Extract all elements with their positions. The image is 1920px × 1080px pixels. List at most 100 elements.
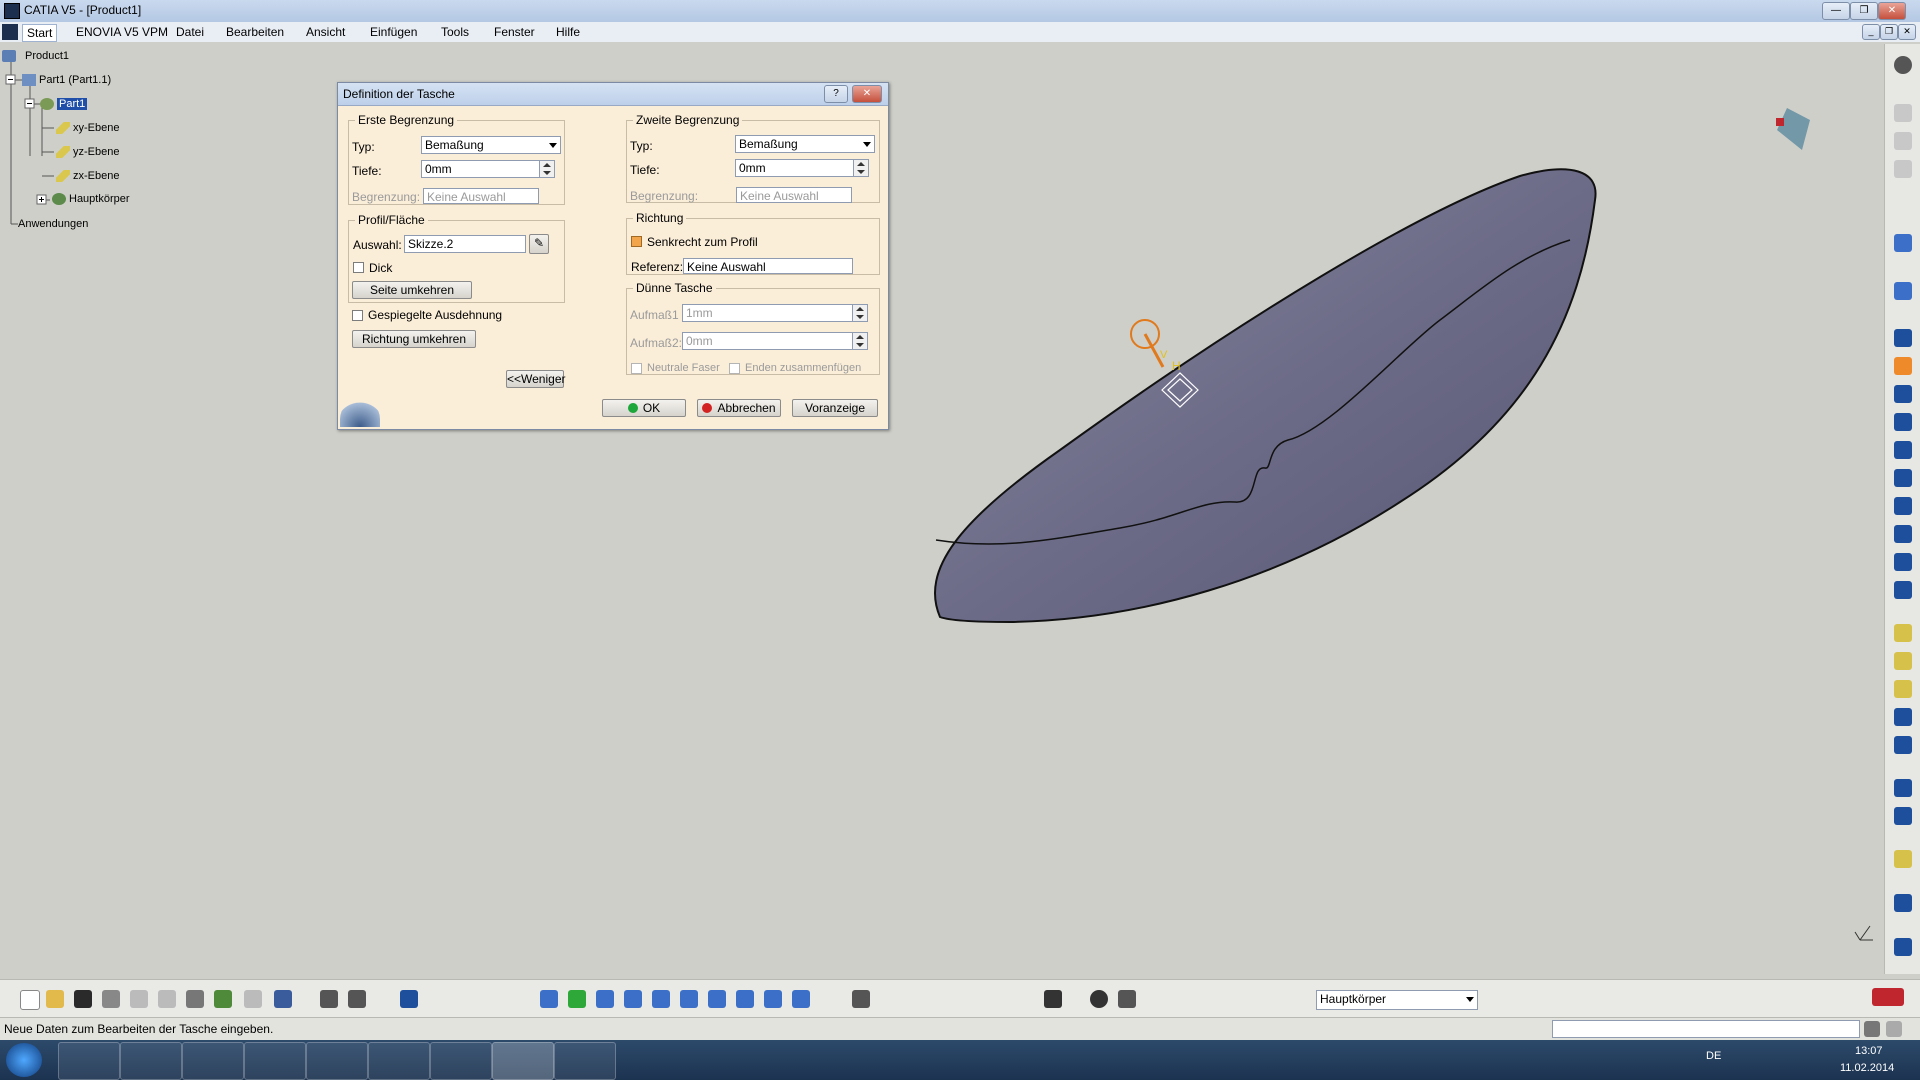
zoom-in-icon[interactable] — [652, 990, 670, 1008]
taskbar-firefox[interactable] — [306, 1042, 368, 1080]
shaft-icon[interactable] — [1894, 385, 1912, 403]
thickness2-input[interactable]: 0mm — [682, 332, 854, 350]
tree-item-main-body[interactable]: Hauptkörper — [52, 193, 130, 206]
copy-icon[interactable] — [158, 990, 176, 1008]
mirror-icon[interactable] — [1894, 807, 1912, 825]
ok-button[interactable]: OK — [602, 399, 686, 417]
open-folder-icon[interactable] — [46, 990, 64, 1008]
cut-icon[interactable] — [130, 990, 148, 1008]
update-icon[interactable] — [1090, 990, 1108, 1008]
minimize-button[interactable]: — — [1822, 2, 1850, 20]
iso-view-icon[interactable] — [764, 990, 782, 1008]
chamfer-icon[interactable] — [1894, 652, 1912, 670]
power-input-icon[interactable] — [1864, 1021, 1880, 1037]
3d-viewport[interactable]: H V — [880, 90, 1880, 980]
help-icon[interactable] — [274, 990, 292, 1008]
normal-view-icon[interactable] — [708, 990, 726, 1008]
taskbar-explorer[interactable] — [120, 1042, 182, 1080]
menu-fenster[interactable]: Fenster — [490, 24, 539, 40]
plane-tool-icon[interactable] — [1894, 850, 1912, 868]
rib-icon[interactable] — [1894, 469, 1912, 487]
help-button[interactable]: ? — [824, 85, 848, 103]
gear-icon[interactable] — [1894, 56, 1912, 74]
sketch-icon[interactable] — [1894, 282, 1912, 300]
stiffener-icon[interactable] — [1894, 525, 1912, 543]
paste-icon[interactable] — [186, 990, 204, 1008]
menu-tools[interactable]: Tools — [437, 24, 473, 40]
print-icon[interactable] — [102, 990, 120, 1008]
formula-icon[interactable] — [320, 990, 338, 1008]
maximize-button[interactable]: ❐ — [1850, 2, 1878, 20]
second-limit-input[interactable]: Keine Auswahl — [736, 187, 852, 203]
doc-close-button[interactable]: ✕ — [1898, 24, 1916, 40]
doc-minimize-button[interactable]: _ — [1862, 24, 1880, 40]
zoom-out-icon[interactable] — [680, 990, 698, 1008]
taskbar-catia[interactable] — [492, 1042, 554, 1080]
measure-icon[interactable] — [1894, 894, 1912, 912]
clock-time[interactable]: 13:07 — [1855, 1045, 1883, 1057]
slot-icon[interactable] — [1894, 497, 1912, 515]
second-depth-input[interactable]: 0mm — [735, 159, 855, 177]
merge-ends-checkbox[interactable] — [729, 363, 740, 374]
new-file-icon[interactable] — [20, 990, 40, 1010]
thickness1-input[interactable]: 1mm — [682, 304, 854, 322]
pad-icon[interactable] — [1894, 329, 1912, 347]
preview-button[interactable]: Voranzeige — [792, 399, 878, 417]
selection-input[interactable]: Skizze.2 — [404, 235, 526, 253]
thickness-icon[interactable] — [1894, 736, 1912, 754]
tool-icon-2[interactable] — [1894, 132, 1912, 150]
command-input[interactable] — [1552, 1020, 1860, 1038]
hole-icon[interactable] — [1894, 441, 1912, 459]
tool-icon-1[interactable] — [1894, 104, 1912, 122]
reference-input[interactable]: Keine Auswahl — [683, 258, 853, 274]
power-input-icon-2[interactable] — [1886, 1021, 1902, 1037]
taskbar-ie[interactable] — [58, 1042, 120, 1080]
first-limit-input[interactable]: Keine Auswahl — [423, 188, 539, 204]
taskbar-paint[interactable] — [554, 1042, 616, 1080]
reverse-direction-button[interactable]: Richtung umkehren — [352, 330, 476, 348]
less-button[interactable]: <<Weniger — [506, 370, 565, 388]
axis-icon[interactable] — [1894, 779, 1912, 797]
loft-icon[interactable] — [1894, 553, 1912, 571]
tree-item-part1[interactable]: Part1 — [40, 98, 88, 111]
menu-ansicht[interactable]: Ansicht — [302, 24, 349, 40]
second-type-combo[interactable]: Bemaßung — [735, 135, 875, 153]
first-depth-input[interactable]: 0mm — [421, 160, 541, 178]
mirrored-extent-checkbox[interactable] — [352, 310, 363, 321]
knowledge-icon[interactable] — [348, 990, 366, 1008]
remove-loft-icon[interactable] — [1894, 581, 1912, 599]
neutral-fiber-checkbox[interactable] — [631, 363, 642, 374]
redo-icon[interactable] — [244, 990, 262, 1008]
taskbar-media[interactable] — [182, 1042, 244, 1080]
fillet-icon[interactable] — [1894, 624, 1912, 642]
snapshot-icon[interactable] — [1044, 990, 1062, 1008]
close-button[interactable]: ✕ — [1878, 2, 1906, 20]
menu-hilfe[interactable]: Hilfe — [552, 24, 584, 40]
material-icon[interactable] — [1894, 938, 1912, 956]
taskbar-network[interactable] — [430, 1042, 492, 1080]
move-icon[interactable] — [596, 990, 614, 1008]
clock-date[interactable]: 11.02.2014 — [1840, 1062, 1894, 1074]
catia-app-icon[interactable] — [4, 3, 20, 19]
tree-item-xy-plane[interactable]: xy-Ebene — [56, 122, 119, 135]
tree-item-yz-plane[interactable]: yz-Ebene — [56, 146, 119, 159]
first-depth-spinner[interactable] — [539, 160, 555, 178]
menu-enovia[interactable]: ENOVIA V5 VPM — [72, 24, 172, 40]
body-select-combo[interactable]: Hauptkörper — [1316, 990, 1478, 1010]
pan-icon[interactable] — [540, 990, 558, 1008]
windows-start-button[interactable] — [6, 1043, 42, 1077]
tool-icon-3[interactable] — [1894, 160, 1912, 178]
tree-item-applications[interactable]: Anwendungen — [18, 218, 88, 230]
rotate-icon[interactable] — [624, 990, 642, 1008]
tree-item-zx-plane[interactable]: zx-Ebene — [56, 170, 119, 183]
menu-bearbeiten[interactable]: Bearbeiten — [222, 24, 288, 40]
menu-start[interactable]: Start — [22, 24, 58, 42]
shell-icon[interactable] — [1894, 708, 1912, 726]
tree-item-product1[interactable]: Product1 — [2, 50, 69, 63]
taskbar-app[interactable] — [368, 1042, 430, 1080]
thickness2-spinner[interactable] — [852, 332, 868, 350]
start-icon[interactable] — [2, 24, 18, 40]
language-indicator[interactable]: DE — [1706, 1050, 1721, 1062]
first-type-combo[interactable]: Bemaßung — [421, 136, 561, 154]
table-icon[interactable] — [400, 990, 418, 1008]
